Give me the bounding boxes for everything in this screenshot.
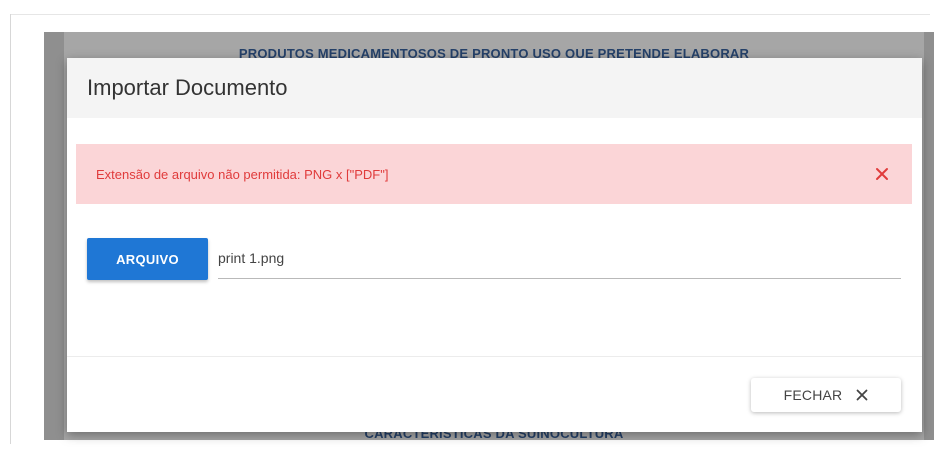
close-button-label: FECHAR — [783, 387, 843, 403]
page-background: PRODUTOS MEDICAMENTOSOS DE PRONTO USO QU… — [0, 0, 939, 452]
dialog-title: Importar Documento — [87, 75, 288, 100]
selected-file-name: print 1.png — [218, 238, 901, 279]
dialog-header: Importar Documento — [67, 58, 922, 118]
close-icon — [856, 389, 868, 401]
choose-file-button[interactable]: ARQUIVO — [87, 238, 208, 280]
dialog-footer-divider — [67, 356, 922, 357]
file-upload-row: ARQUIVO print 1.png — [87, 238, 902, 282]
error-alert: Extensão de arquivo não permitida: PNG x… — [76, 144, 912, 204]
close-dialog-button[interactable]: FECHAR — [751, 378, 901, 412]
close-icon — [875, 167, 889, 181]
alert-close-button[interactable] — [872, 164, 892, 184]
import-document-dialog: Importar Documento Extensão de arquivo n… — [67, 58, 922, 432]
frame-left-border — [10, 14, 11, 444]
error-message: Extensão de arquivo não permitida: PNG x… — [96, 166, 389, 182]
frame-top-border — [10, 14, 930, 15]
